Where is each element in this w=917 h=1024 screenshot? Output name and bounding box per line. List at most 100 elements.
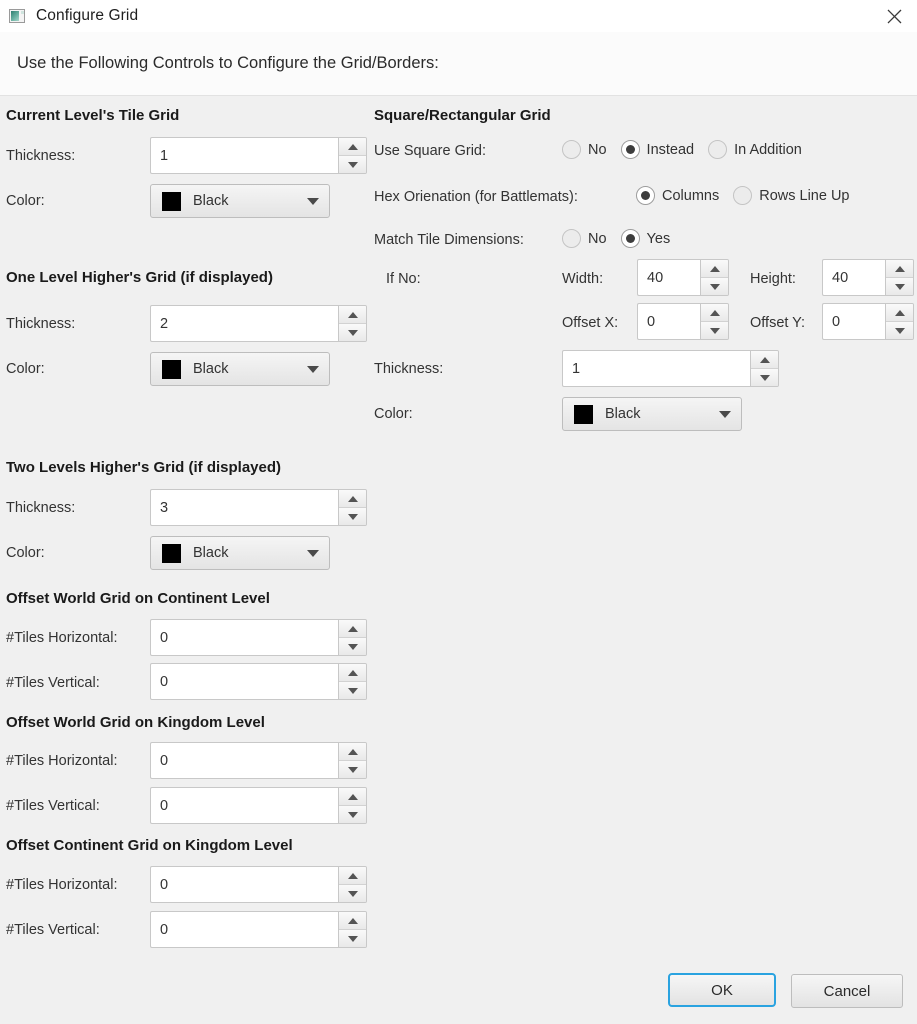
cancel-button[interactable]: Cancel — [791, 974, 903, 1008]
offset-continent-kingdom-vertical-stepper[interactable]: 0 — [150, 911, 367, 948]
stepper-down-button[interactable] — [339, 884, 366, 902]
grid-width-stepper[interactable]: 40 — [637, 259, 729, 296]
grid-offset-x-stepper[interactable]: 0 — [637, 303, 729, 340]
group-title-offset-world-continent: Offset World Grid on Continent Level — [6, 590, 270, 607]
close-icon[interactable] — [871, 0, 917, 32]
current-level-color-dropdown[interactable]: Black — [150, 184, 330, 218]
stepper-buttons[interactable] — [700, 259, 729, 296]
stepper-buttons[interactable] — [338, 619, 367, 656]
stepper-up-button[interactable] — [339, 306, 366, 323]
square-grid-thickness-value[interactable]: 1 — [562, 350, 750, 387]
stepper-buttons[interactable] — [700, 303, 729, 340]
square-grid-color-dropdown[interactable]: Black — [562, 397, 742, 431]
radio-use-square-grid-instead[interactable]: Instead — [620, 140, 694, 159]
stepper-down-button[interactable] — [701, 321, 728, 339]
hex-orientation-radio-group[interactable]: Columns Rows Line Up — [636, 186, 849, 205]
stepper-down-button[interactable] — [886, 321, 913, 339]
stepper-down-button[interactable] — [339, 929, 366, 947]
label-owk-tiles-vertical: #Tiles Vertical: — [6, 798, 100, 814]
ok-button[interactable]: OK — [668, 973, 776, 1007]
square-grid-thickness-stepper[interactable]: 1 — [562, 350, 779, 387]
radio-hex-columns[interactable]: Columns — [636, 186, 719, 205]
stepper-down-button[interactable] — [339, 681, 366, 699]
stepper-down-button[interactable] — [339, 637, 366, 655]
radio-indicator[interactable] — [636, 186, 655, 205]
two-levels-higher-color-dropdown[interactable]: Black — [150, 536, 330, 570]
group-title-two-levels-higher: Two Levels Higher's Grid (if displayed) — [6, 459, 282, 476]
stepper-buttons[interactable] — [338, 663, 367, 700]
one-level-higher-thickness-buttons[interactable] — [338, 305, 367, 342]
stepper-up-button[interactable] — [701, 260, 728, 277]
offset-world-continent-horizontal-stepper[interactable]: 0 — [150, 619, 367, 656]
radio-hex-rows-line-up[interactable]: Rows Line Up — [733, 186, 849, 205]
stepper-up-button[interactable] — [886, 260, 913, 277]
offset-continent-kingdom-horizontal-stepper[interactable]: 0 — [150, 866, 367, 903]
stepper-down-button[interactable] — [339, 805, 366, 823]
stepper-down-button[interactable] — [701, 277, 728, 295]
stepper-up-button[interactable] — [339, 788, 366, 805]
current-level-thickness-buttons[interactable] — [338, 137, 367, 174]
radio-indicator[interactable] — [562, 140, 581, 159]
stepper-buttons[interactable] — [338, 787, 367, 824]
offset-world-kingdom-horizontal-stepper[interactable]: 0 — [150, 742, 367, 779]
stepper-down-button[interactable] — [339, 155, 366, 173]
radio-indicator[interactable] — [562, 229, 581, 248]
stepper-up-button[interactable] — [886, 304, 913, 321]
grid-offset-y-stepper[interactable]: 0 — [822, 303, 914, 340]
radio-indicator[interactable] — [733, 186, 753, 205]
stepper-up-button[interactable] — [339, 867, 366, 884]
stepper-up-button[interactable] — [701, 304, 728, 321]
stepper-buttons[interactable] — [338, 866, 367, 903]
stepper-up-button[interactable] — [339, 912, 366, 929]
stepper-down-button[interactable] — [886, 277, 913, 295]
stepper-up-button[interactable] — [339, 138, 366, 155]
stepper-up-button[interactable] — [751, 351, 778, 368]
radio-indicator[interactable] — [708, 140, 728, 159]
radio-match-tile-yes[interactable]: Yes — [620, 229, 670, 248]
label-one-higher-thickness: Thickness: — [6, 316, 76, 332]
stepper-up-button[interactable] — [339, 620, 366, 637]
offset-world-continent-horizontal-value[interactable]: 0 — [150, 619, 338, 656]
radio-indicator[interactable] — [620, 229, 640, 248]
stepper-down-button[interactable] — [339, 323, 366, 341]
offset-world-continent-vertical-value[interactable]: 0 — [150, 663, 338, 700]
radio-use-square-grid-in-addition[interactable]: In Addition — [708, 140, 802, 159]
one-level-higher-thickness-stepper[interactable]: 2 — [150, 305, 367, 342]
one-level-higher-color-dropdown[interactable]: Black — [150, 352, 330, 386]
offset-world-kingdom-horizontal-value[interactable]: 0 — [150, 742, 338, 779]
grid-offset-y-value[interactable]: 0 — [822, 303, 885, 340]
offset-continent-kingdom-vertical-value[interactable]: 0 — [150, 911, 338, 948]
stepper-down-button[interactable] — [339, 507, 366, 525]
offset-world-continent-vertical-stepper[interactable]: 0 — [150, 663, 367, 700]
stepper-up-button[interactable] — [339, 490, 366, 507]
match-tile-dimensions-radio-group[interactable]: No Yes — [562, 229, 670, 248]
one-level-higher-thickness-value[interactable]: 2 — [150, 305, 338, 342]
offset-world-kingdom-vertical-value[interactable]: 0 — [150, 787, 338, 824]
stepper-buttons[interactable] — [338, 742, 367, 779]
stepper-up-button[interactable] — [339, 743, 366, 760]
color-swatch — [574, 404, 593, 424]
stepper-buttons[interactable] — [338, 911, 367, 948]
stepper-down-button[interactable] — [751, 368, 778, 386]
current-level-thickness-value[interactable]: 1 — [150, 137, 338, 174]
radio-use-square-grid-no[interactable]: No — [562, 140, 607, 159]
stepper-buttons[interactable] — [750, 350, 779, 387]
two-levels-higher-thickness-buttons[interactable] — [338, 489, 367, 526]
stepper-buttons[interactable] — [885, 303, 914, 340]
grid-height-stepper[interactable]: 40 — [822, 259, 914, 296]
use-square-grid-radio-group[interactable]: No Instead In Addition — [562, 140, 802, 159]
radio-indicator[interactable] — [620, 140, 640, 159]
current-level-thickness-stepper[interactable]: 1 — [150, 137, 367, 174]
stepper-down-button[interactable] — [339, 760, 366, 778]
grid-offset-x-value[interactable]: 0 — [637, 303, 700, 340]
offset-continent-kingdom-horizontal-value[interactable]: 0 — [150, 866, 338, 903]
grid-height-value[interactable]: 40 — [822, 259, 885, 296]
two-levels-higher-thickness-stepper[interactable]: 3 — [150, 489, 367, 526]
radio-label: No — [588, 230, 607, 247]
stepper-buttons[interactable] — [885, 259, 914, 296]
offset-world-kingdom-vertical-stepper[interactable]: 0 — [150, 787, 367, 824]
radio-match-tile-no[interactable]: No — [562, 229, 607, 248]
grid-width-value[interactable]: 40 — [637, 259, 700, 296]
two-levels-higher-thickness-value[interactable]: 3 — [150, 489, 338, 526]
stepper-up-button[interactable] — [339, 664, 366, 681]
